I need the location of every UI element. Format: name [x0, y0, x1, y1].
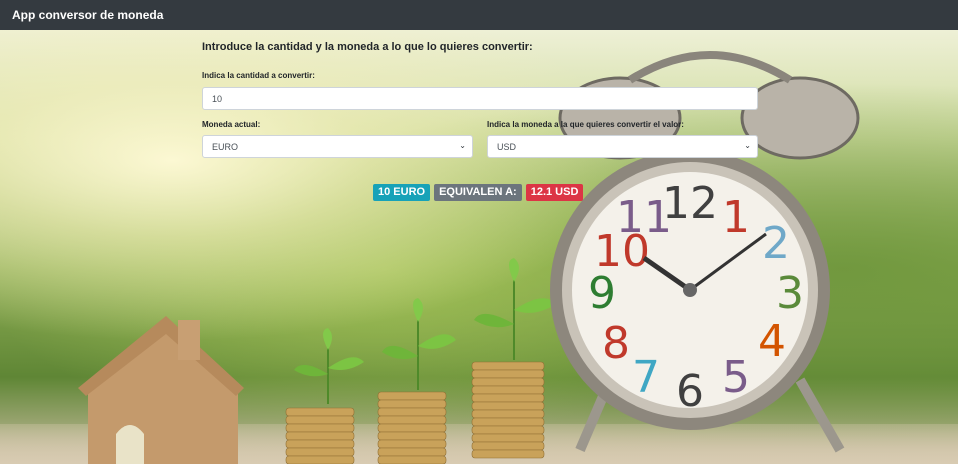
- svg-text:3: 3: [776, 268, 804, 319]
- equals-badge: EQUIVALEN A:: [434, 184, 522, 201]
- to-currency-select[interactable]: USD ⌄: [487, 135, 758, 158]
- from-currency-select[interactable]: EURO ⌄: [202, 135, 473, 158]
- amount-value: 10: [212, 93, 223, 104]
- converted-amount-badge: 12.1 USD: [525, 184, 584, 201]
- converter-form: Introduce la cantidad y la moneda a lo q…: [202, 40, 758, 158]
- source-amount-badge: 10 EURO: [373, 184, 431, 201]
- svg-text:4: 4: [758, 316, 786, 367]
- from-currency-label: Moneda actual:: [202, 120, 261, 129]
- to-currency-value: USD: [497, 141, 517, 152]
- svg-text:10: 10: [594, 226, 650, 277]
- form-heading: Introduce la cantidad y la moneda a lo q…: [202, 41, 533, 53]
- sprout-1: [294, 328, 364, 404]
- navbar: App conversor de moneda: [0, 0, 958, 30]
- wooden-house-image: [78, 316, 244, 464]
- coin-stack-3: [471, 361, 545, 459]
- coin-stack-2: [377, 391, 447, 464]
- from-currency-value: EURO: [212, 141, 239, 152]
- svg-text:8: 8: [602, 318, 630, 369]
- sprout-2: [382, 298, 456, 390]
- svg-text:6: 6: [676, 366, 704, 417]
- amount-input[interactable]: 10: [202, 87, 758, 110]
- app-title[interactable]: App conversor de moneda: [12, 8, 163, 22]
- svg-text:7: 7: [632, 352, 660, 403]
- svg-text:2: 2: [762, 218, 790, 269]
- amount-label: Indica la cantidad a convertir:: [202, 71, 315, 80]
- to-currency-label: Indica la moneda a la que quieres conver…: [487, 120, 684, 129]
- coin-stack-1: [285, 407, 355, 464]
- conversion-result: 10 EURO EQUIVALEN A: 12.1 USD: [373, 184, 584, 201]
- svg-text:1: 1: [722, 192, 750, 243]
- svg-text:5: 5: [722, 352, 750, 403]
- chevron-down-icon: ⌄: [744, 141, 751, 150]
- chevron-down-icon: ⌄: [459, 141, 466, 150]
